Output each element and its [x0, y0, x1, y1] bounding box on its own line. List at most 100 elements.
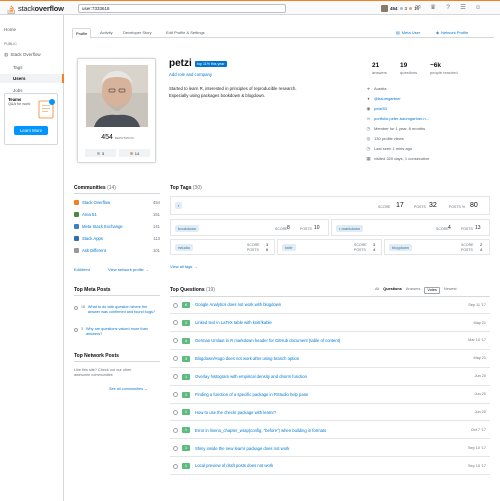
filter-answers[interactable]: Answers — [406, 287, 421, 294]
question-row[interactable]: 4 German Umlaut in R markdown header for … — [170, 333, 490, 350]
community-rep: 454 — [153, 200, 160, 205]
top-tag-row: bookdown SCORE 8 POSTS 10 — [170, 219, 329, 236]
tag-score-label: SCORE — [378, 205, 391, 209]
tag-r-markdown[interactable]: r-markdown — [336, 225, 364, 232]
eye-icon: ◎ — [366, 136, 371, 141]
question-row[interactable]: 1 Error in lineno_chapter_wrap(config, "b… — [170, 422, 490, 440]
view-all-tags-link[interactable]: View all tags → — [170, 264, 198, 269]
question-title[interactable]: German Umlaut in R markdown header for G… — [195, 338, 468, 343]
tag-posts: 6 — [266, 247, 269, 252]
stackoverflow-logo[interactable]: stackoverflow — [7, 4, 64, 14]
nav-users[interactable]: Users — [0, 74, 64, 83]
sort-newest[interactable]: Newest — [444, 287, 457, 294]
question-icon — [173, 463, 178, 469]
tag-rstudio[interactable]: rstudio — [175, 244, 194, 251]
learn-more-button[interactable]: Learn More — [14, 126, 48, 135]
filter-all[interactable]: All — [375, 287, 379, 294]
tag-r[interactable]: r — [175, 202, 183, 209]
community-ask-different[interactable]: Ask Different 101 — [74, 248, 160, 254]
question-title[interactable]: Google Analytics does not work with blog… — [195, 302, 468, 307]
top-questions-title-text: Top Questions — [170, 287, 205, 293]
meta-github[interactable]: ◉ petzi53 — [366, 106, 387, 112]
silver-badge-count: 3 — [101, 150, 105, 156]
question-title[interactable]: Overlay histogram with empirical density… — [195, 374, 475, 379]
tag-posts-pct: 80 — [470, 202, 478, 209]
community-meta-stack-exchange[interactable]: Meta Stack Exchange 141 — [74, 224, 160, 230]
meta-twitter[interactable]: ♦ @baumgartner — [366, 96, 400, 102]
top-tag-row: r-markdown SCORE 4 POSTS 13 — [331, 219, 490, 236]
search-input[interactable]: user:7333618 — [78, 4, 286, 13]
question-title[interactable]: Blogdown/Hugo does not work after using … — [195, 356, 474, 361]
question-title[interactable]: Error in lineno_chapter_wrap(config, "be… — [195, 428, 471, 433]
community-name: Stack Overflow — [82, 200, 111, 205]
network-profile-link[interactable]: ◈ Network Profile — [436, 30, 468, 35]
communities-title: Communities (14) — [74, 185, 116, 191]
top-percent-badge[interactable]: top 11% this year — [195, 61, 227, 68]
meta-github-text: petzi53 — [374, 106, 387, 112]
chat-icon[interactable]: ☺ — [474, 4, 482, 12]
top-network-posts-title: Top Network Posts — [74, 353, 119, 359]
question-row[interactable]: 1 Overlay histogram with empirical densit… — [170, 369, 490, 386]
tab-activity[interactable]: Activity — [97, 28, 116, 37]
add-role-link[interactable]: Add role and company — [169, 72, 212, 77]
question-icon — [173, 427, 178, 433]
meta-post-item[interactable]: 18 What to do with question where the an… — [74, 305, 160, 314]
tag-blogdown[interactable]: blogdown — [389, 244, 413, 251]
community-stack-overflow[interactable]: Stack Overflow 454 — [74, 200, 160, 206]
profile-photo[interactable] — [86, 65, 148, 127]
top-questions-count: (19) — [206, 287, 215, 293]
question-icon — [173, 392, 178, 397]
question-title[interactable]: Local preview of draft posts does not wo… — [195, 463, 468, 468]
question-date: Sep 15 '17 — [467, 463, 486, 468]
communities-count: (14) — [107, 185, 116, 191]
meta-last-seen-text: Last seen 1 mins ago — [374, 146, 413, 152]
community-area-51[interactable]: Area 51 151 — [74, 212, 160, 218]
tag-score-label: SCORE — [461, 243, 474, 247]
view-network-profile-link[interactable]: View network profile → — [108, 267, 149, 272]
edit-communities-link[interactable]: Edit/feed — [74, 267, 90, 272]
question-row[interactable]: 1 How to use the checkr package with lear… — [170, 404, 490, 422]
nav-tags[interactable]: Tags — [0, 65, 64, 71]
community-stack-apps[interactable]: Stack Apps 113 — [74, 236, 160, 242]
question-title[interactable]: Finding a function of a specific package… — [195, 392, 475, 397]
clock-icon: ◷ — [366, 126, 371, 131]
tag-knitr[interactable]: knitr — [282, 244, 296, 251]
tab-developer-story[interactable]: Developer Story — [120, 28, 155, 37]
sort-votes[interactable]: Votes — [424, 287, 440, 294]
question-title[interactable]: How to use the checkr package with learn… — [195, 410, 475, 415]
meta-user-link[interactable]: ▤ Meta User — [396, 30, 420, 35]
question-row[interactable]: 3 Blogdown/Hugo does not work after using… — [170, 351, 490, 368]
tab-profile[interactable]: Profile — [72, 28, 92, 39]
question-row[interactable]: 6 Google Analytics does not work with blo… — [170, 297, 490, 314]
help-icon[interactable]: ? — [444, 4, 452, 12]
meta-post-item[interactable]: 3 Why are questions valued more than ans… — [74, 327, 160, 336]
question-score: 1 — [182, 427, 190, 434]
meta-visited: ▦ visited 320 days, 1 consecutive — [366, 156, 429, 162]
nav-home[interactable]: Home — [0, 27, 64, 33]
stat-answers-count: 21 — [372, 62, 380, 69]
stat-reached-count: ~6k — [430, 62, 442, 69]
bronze-badges[interactable]: 14 — [119, 149, 150, 157]
tag-posts-label: POSTS — [461, 248, 473, 252]
silver-badges[interactable]: 3 — [85, 149, 116, 157]
filter-questions[interactable]: Questions — [383, 287, 402, 294]
profile-reputation: 454 — [101, 134, 113, 141]
question-row[interactable]: 1 Local preview of draft posts does not w… — [170, 458, 490, 476]
meta-post-score: 3 — [81, 327, 83, 331]
question-title[interactable]: Shiny inside the new learnr package does… — [195, 446, 468, 451]
question-row[interactable]: 1 Linked text in LaTeX table with knitr/k… — [170, 315, 490, 332]
meta-location: ⌖ Austria — [366, 86, 386, 92]
tag-bookdown[interactable]: bookdown — [175, 225, 200, 232]
question-row[interactable]: 1 Shiny inside the new learnr package doe… — [170, 440, 490, 458]
site-switcher-icon[interactable]: ☰ — [459, 4, 467, 12]
meta-website[interactable]: ∞ portfolio.peter-baumgartner.n... — [366, 116, 429, 122]
network-profile-label: Network Profile — [441, 30, 469, 35]
tab-edit-profile[interactable]: Edit Profile & Settings — [163, 28, 208, 37]
inbox-icon[interactable]: ✉ — [414, 4, 422, 12]
achievements-icon[interactable]: ♛ — [429, 4, 437, 12]
see-all-communities-link[interactable]: See all communities → — [109, 387, 148, 392]
nav-stack-overflow[interactable]: ◍ Stack Overflow — [0, 52, 64, 58]
question-date: May 21 — [473, 356, 486, 361]
question-row[interactable]: 1 Finding a function of a specific packag… — [170, 387, 490, 404]
question-title[interactable]: Linked text in LaTeX table with knitr/ka… — [195, 320, 474, 325]
